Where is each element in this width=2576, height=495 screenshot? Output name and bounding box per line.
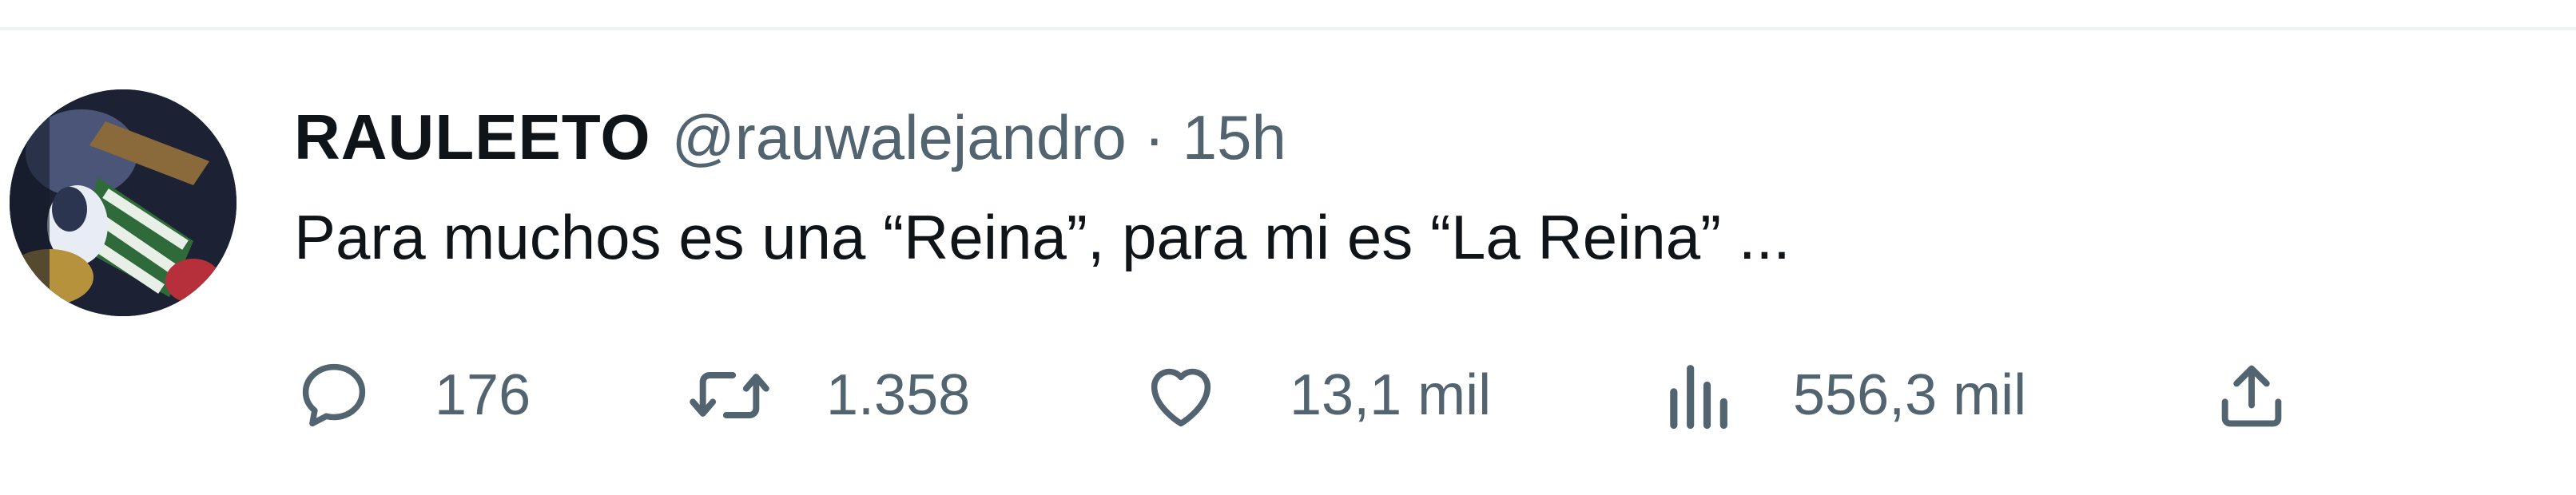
views-icon <box>1670 365 1727 430</box>
tweet-header: RAULEETO @rauwalejandro · 15h <box>294 97 1286 177</box>
views-button[interactable]: 556,3 mil <box>1657 351 2026 439</box>
avatar[interactable] <box>10 89 237 316</box>
retweet-icon <box>690 372 769 418</box>
like-button[interactable]: 13,1 mil <box>1141 351 1491 439</box>
reply-button[interactable]: 176 <box>294 351 531 439</box>
share-button[interactable] <box>2212 351 2292 439</box>
action-bar: 176 1.358 13,1 mil 556,3 mil <box>294 351 2308 439</box>
heart-icon <box>1151 368 1211 427</box>
views-count: 556,3 mil <box>1793 363 2027 427</box>
tweet[interactable]: RAULEETO @rauwalejandro · 15h Para mucho… <box>0 0 2576 495</box>
user-handle[interactable]: @rauwalejandro <box>672 101 1127 174</box>
like-count: 13,1 mil <box>1290 363 1492 427</box>
retweet-button[interactable]: 1.358 <box>686 351 970 439</box>
separator-dot: · <box>1143 101 1165 172</box>
reply-count: 176 <box>435 363 531 427</box>
display-name[interactable]: RAULEETO <box>294 101 651 174</box>
tweet-text: Para muchos es una “Reina”, para mi es “… <box>294 202 1791 272</box>
retweet-count: 1.358 <box>826 363 971 427</box>
timestamp[interactable]: 15h <box>1183 101 1286 174</box>
share-icon <box>2221 365 2282 427</box>
reply-icon <box>302 363 366 427</box>
avatar-image <box>10 89 237 316</box>
